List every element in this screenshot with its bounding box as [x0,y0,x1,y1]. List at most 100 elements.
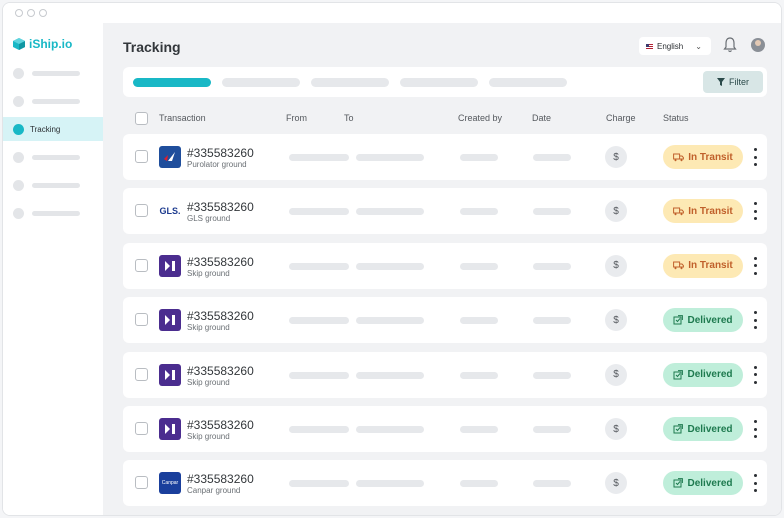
row-more-icon[interactable] [751,202,759,221]
row-checkbox[interactable] [135,476,148,490]
transaction-number[interactable]: #335583260 [187,200,254,214]
from-placeholder [289,480,349,488]
select-all-checkbox[interactable] [135,112,148,125]
filter-button[interactable]: Filter [703,71,763,93]
carrier-name: Skip ground [187,432,230,441]
to-placeholder [356,480,424,488]
date-placeholder [533,208,571,216]
col-charge[interactable]: Charge [606,113,636,123]
status-label: Delivered [687,369,733,381]
status-label: Delivered [687,423,733,435]
page-title: Tracking [123,39,181,55]
row-more-icon[interactable] [751,256,759,275]
transaction-number[interactable]: #335583260 [187,255,254,269]
tab-2[interactable] [222,78,300,87]
window-maximize-button[interactable] [39,9,47,17]
transaction-number[interactable]: #335583260 [187,146,254,160]
row-checkbox[interactable] [135,313,148,327]
charge-dollar-icon[interactable]: $ [605,200,627,223]
sidebar-item-label: Tracking [30,124,61,134]
status-badge: In Transit [663,145,743,169]
to-placeholder [356,154,424,161]
charge-dollar-icon[interactable]: $ [605,146,627,168]
to-placeholder [356,426,424,433]
col-status[interactable]: Status [663,113,689,123]
table-row[interactable]: Canpar #335583260 Canpar ground $ Delivered [123,460,767,507]
sidebar-item-6[interactable] [3,201,103,225]
date-placeholder [533,154,571,161]
sidebar-item-5[interactable] [3,173,103,197]
carrier-name: Skip ground [187,268,230,278]
window-minimize-button[interactable] [27,9,35,17]
filter-icon [717,78,725,86]
table-row[interactable]: GLS. #335583260 GLS ground $ In Transit [123,188,767,235]
user-avatar[interactable] [751,38,765,52]
created-by-placeholder [460,480,498,488]
table-row[interactable]: #335583260 Skip ground $ Delivered [123,297,767,344]
window-titlebar [3,3,781,23]
nav-placeholder [32,70,80,76]
row-more-icon[interactable] [751,474,759,493]
skip-logo [159,363,181,386]
col-from[interactable]: From [286,113,307,123]
row-checkbox[interactable] [135,367,148,381]
carrier-name: Skip ground [187,377,230,387]
nav-icon [13,95,24,107]
cube-icon [13,38,25,50]
canpar-logo: Canpar [159,472,181,495]
truck-icon [673,153,685,161]
to-placeholder [356,371,424,379]
col-to[interactable]: To [344,113,354,123]
skip-logo [159,309,181,332]
us-flag-icon [646,43,653,49]
table-row[interactable]: #335583260 Purolator ground $ In Transit [123,134,767,180]
table-row[interactable]: #335583260 Skip ground $ Delivered [123,351,767,398]
row-checkbox[interactable] [135,422,148,435]
tab-5[interactable] [489,78,567,87]
charge-dollar-icon[interactable]: $ [605,363,627,386]
transaction-number[interactable]: #335583260 [187,364,254,378]
table-row[interactable]: #335583260 Skip ground $ In Transit [123,242,767,289]
nav-icon [13,179,24,191]
brand-logo[interactable]: iShip.io [13,37,72,51]
window-close-button[interactable] [15,9,23,17]
charge-dollar-icon[interactable]: $ [605,418,627,440]
row-checkbox[interactable] [135,258,148,272]
status-label: Delivered [687,477,733,489]
row-more-icon[interactable] [751,311,759,330]
col-date[interactable]: Date [532,113,551,123]
sidebar: iShip.io Tracking [3,23,103,515]
to-placeholder [356,208,424,216]
app-window: iShip.io Tracking Tracking English ⌄ Fil… [2,2,782,516]
transaction-number[interactable]: #335583260 [187,472,254,486]
sidebar-item-1[interactable] [3,61,103,85]
row-more-icon[interactable] [751,148,759,166]
transaction-number[interactable]: #335583260 [187,309,254,323]
row-more-icon[interactable] [751,365,759,384]
from-placeholder [289,154,349,161]
col-created-by[interactable]: Created by [458,113,502,123]
sidebar-item-tracking[interactable]: Tracking [3,117,103,141]
transaction-number[interactable]: #335583260 [187,418,254,432]
sidebar-item-2[interactable] [3,89,103,113]
gls-logo-text: GLS. [159,206,181,217]
charge-dollar-icon[interactable]: $ [605,254,627,277]
status-badge: Delivered [663,308,743,333]
tab-4[interactable] [400,78,478,87]
package-delivered-icon [673,478,684,488]
language-selector[interactable]: English ⌄ [639,37,711,55]
status-label: In Transit [688,151,733,163]
tab-active[interactable] [133,78,211,87]
col-transaction[interactable]: Transaction [159,113,206,123]
package-delivered-icon [673,369,684,380]
created-by-placeholder [460,426,498,433]
tab-3[interactable] [311,78,389,87]
table-row[interactable]: #335583260 Skip ground $ Delivered [123,406,767,452]
charge-dollar-icon[interactable]: $ [605,309,627,332]
charge-dollar-icon[interactable]: $ [605,472,627,495]
row-checkbox[interactable] [135,204,148,218]
row-more-icon[interactable] [751,420,759,438]
row-checkbox[interactable] [135,150,148,163]
sidebar-item-4[interactable] [3,145,103,169]
notification-bell-icon[interactable] [723,37,737,58]
